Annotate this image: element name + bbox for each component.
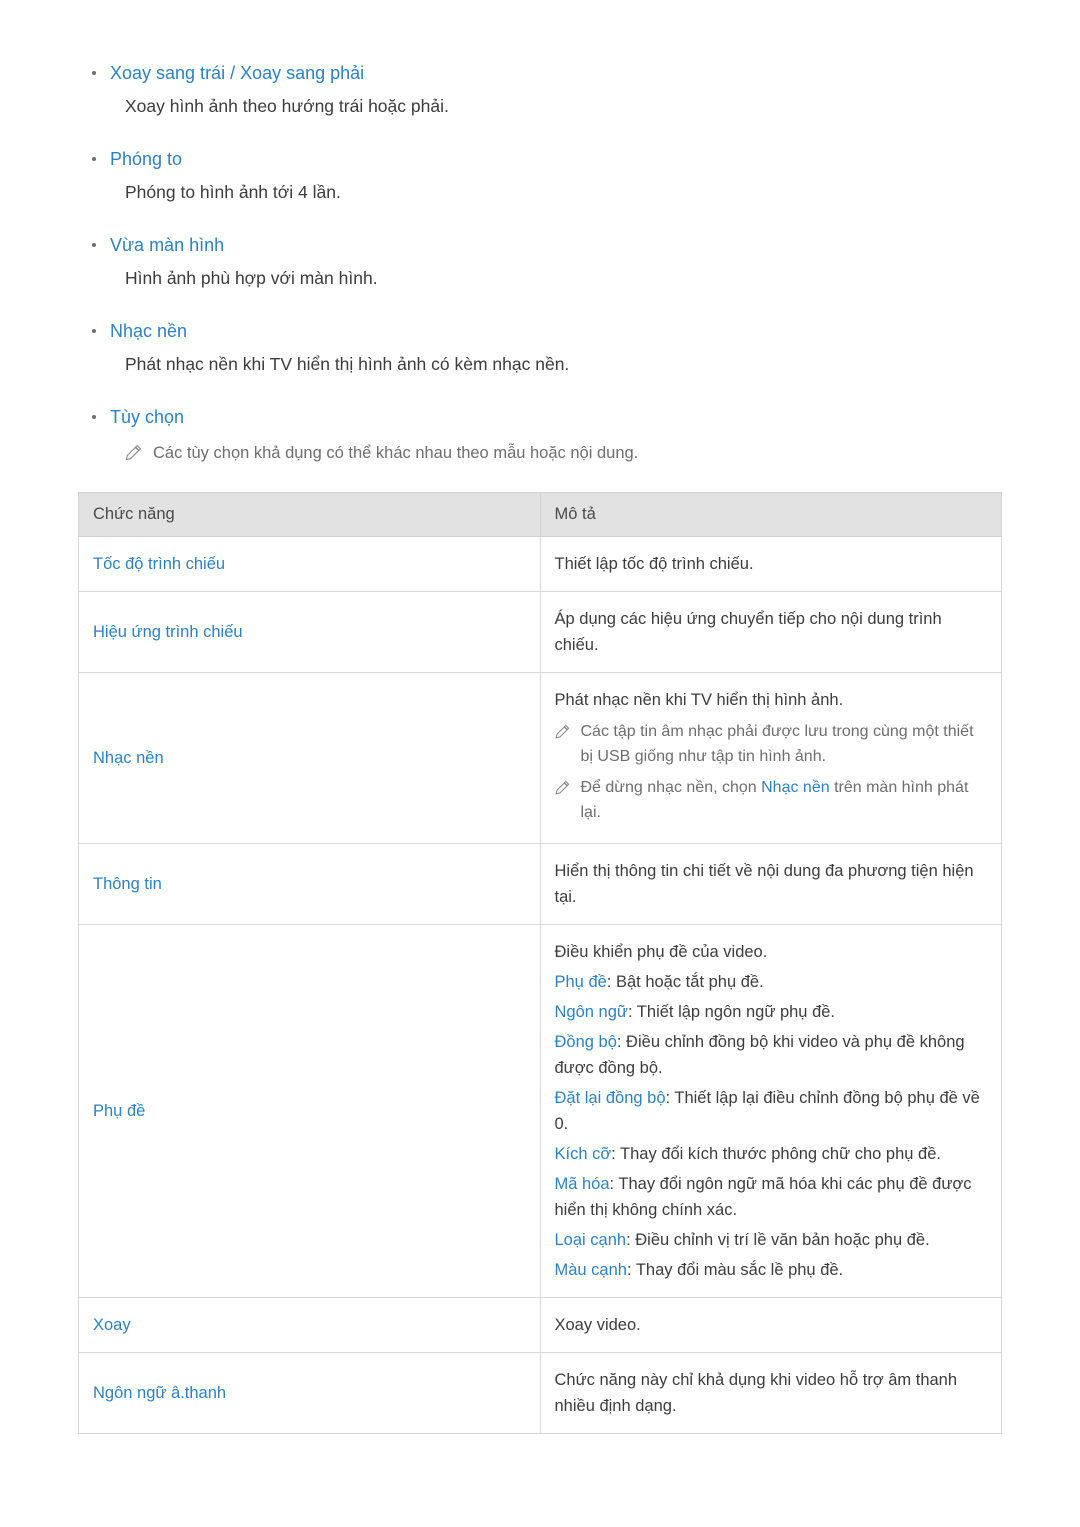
section-body: Phát nhạc nền khi TV hiển thị hình ảnh c… — [125, 354, 570, 374]
cell-function: Hiệu ứng trình chiếu — [78, 591, 541, 673]
desc-item: Kích cỡ: Thay đổi kích thước phông chữ c… — [555, 1141, 988, 1167]
bullet-dot-icon — [92, 243, 96, 247]
cell-description: Chức năng này chỉ khả dụng khi video hỗ … — [539, 1352, 1002, 1434]
desc-item-text: : Điều chỉnh đồng bộ khi video và phụ đề… — [554, 1033, 965, 1077]
cell-description: Thiết lập tốc độ trình chiếu. — [539, 536, 1002, 592]
cell-function: Xoay — [78, 1297, 541, 1353]
table-row: Thông tin Hiển thị thông tin chi tiết về… — [78, 843, 1002, 925]
document-page: Xoay sang trái / Xoay sang phải Xoay hìn… — [0, 0, 1080, 1527]
section-phong-to: Phóng to Phóng to hình ảnh tới 4 lần. — [78, 146, 1002, 206]
table-row: Hiệu ứng trình chiếu Áp dụng các hiệu ứn… — [78, 591, 1002, 673]
table-header-row: Chức năng Mô tả — [78, 492, 1002, 537]
section-title: Vừa màn hình — [110, 235, 225, 255]
desc-item: Đồng bộ: Điều chỉnh đồng bộ khi video và… — [555, 1029, 988, 1081]
desc-item-text: : Thay đổi màu sắc lề phụ đề. — [626, 1261, 844, 1279]
col-header-function: Chức năng — [78, 492, 541, 537]
desc-item-text: : Thay đổi ngôn ngữ mã hóa khi các phụ đ… — [554, 1175, 972, 1219]
desc-item-text: : Thay đổi kích thước phông chữ cho phụ … — [611, 1145, 941, 1163]
desc-item-text: : Bật hoặc tắt phụ đề. — [606, 973, 764, 991]
desc-item-text: : Thiết lập ngôn ngữ phụ đề. — [627, 1003, 836, 1021]
table-row: Nhạc nền Phát nhạc nền khi TV hiển thị h… — [78, 672, 1002, 844]
section-body: Phóng to hình ảnh tới 4 lần. — [125, 182, 341, 202]
cell-description: Phát nhạc nền khi TV hiển thị hình ảnh. … — [539, 672, 1002, 844]
cell-note-keyword: Nhạc nền — [761, 779, 830, 796]
desc-item-keyword: Phụ đề — [554, 973, 607, 991]
section-xoay-sang-trai-phai: Xoay sang trái / Xoay sang phải Xoay hìn… — [78, 60, 1002, 120]
cell-description: Xoay video. — [539, 1297, 1002, 1353]
bullet-dot-icon — [92, 415, 96, 419]
cell-note-text: Các tập tin âm nhạc phải được lưu trong … — [580, 723, 974, 765]
desc-item: Phụ đề: Bật hoặc tắt phụ đề. — [555, 969, 988, 995]
desc-item: Loại cạnh: Điều chỉnh vị trí lề văn bản … — [555, 1227, 988, 1253]
cell-function: Ngôn ngữ â.thanh — [78, 1352, 541, 1434]
desc-item-text: : Điều chỉnh vị trí lề văn bản hoặc phụ … — [626, 1231, 930, 1249]
section-title: Phóng to — [110, 149, 183, 169]
options-table: Chức năng Mô tả Tốc độ trình chiếu Thiết… — [78, 492, 1002, 1434]
table-row: Phụ đề Điều khiển phụ đề của video. Phụ … — [78, 924, 1002, 1298]
section-title: Nhạc nền — [110, 321, 188, 341]
section-vua-man-hinh: Vừa màn hình Hình ảnh phù hợp với màn hì… — [78, 232, 1002, 292]
cell-description: Điều khiển phụ đề của video. Phụ đề: Bật… — [539, 924, 1002, 1298]
cell-note-pre: Để dừng nhạc nền, chọn — [580, 779, 762, 796]
section-heading: Xoay sang trái / Xoay sang phải — [78, 60, 1002, 86]
section-nhac-nen: Nhạc nền Phát nhạc nền khi TV hiển thị h… — [78, 318, 1002, 378]
desc-item: Đặt lại đồng bộ: Thiết lập lại điều chỉn… — [555, 1085, 988, 1137]
cell-description: Áp dụng các hiệu ứng chuyển tiếp cho nội… — [539, 591, 1002, 673]
pencil-icon — [125, 443, 142, 461]
desc-item-keyword: Loại cạnh — [554, 1231, 627, 1249]
cell-function: Thông tin — [78, 843, 541, 925]
bullet-dot-icon — [92, 157, 96, 161]
desc-item-keyword: Kích cỡ — [554, 1145, 612, 1163]
cell-description: Hiển thị thông tin chi tiết về nội dung … — [539, 843, 1002, 925]
cell-note: Để dừng nhạc nền, chọn Nhạc nền trên màn… — [555, 775, 988, 825]
cell-function: Tốc độ trình chiếu — [78, 536, 541, 592]
col-header-description: Mô tả — [539, 492, 1002, 537]
section-note-text: Các tùy chọn khả dụng có thể khác nhau t… — [153, 444, 639, 462]
pencil-icon — [555, 778, 570, 795]
cell-note: Các tập tin âm nhạc phải được lưu trong … — [555, 719, 988, 769]
bullet-dot-icon — [92, 329, 96, 333]
section-tuy-chon: Tùy chọn Các tùy chọn khả dụng có thể kh… — [78, 404, 1002, 466]
pencil-icon — [555, 722, 570, 739]
section-heading: Nhạc nền — [78, 318, 1002, 344]
section-body: Hình ảnh phù hợp với màn hình. — [125, 268, 378, 288]
desc-line: Điều khiển phụ đề của video. — [554, 943, 768, 961]
desc-item-keyword: Đặt lại đồng bộ — [554, 1089, 666, 1107]
section-heading: Phóng to — [78, 146, 1002, 172]
desc-item: Mã hóa: Thay đổi ngôn ngữ mã hóa khi các… — [555, 1171, 988, 1223]
table-row: Tốc độ trình chiếu Thiết lập tốc độ trìn… — [78, 536, 1002, 592]
section-body: Xoay hình ảnh theo hướng trái hoặc phải. — [125, 96, 449, 116]
section-note: Các tùy chọn khả dụng có thể khác nhau t… — [78, 440, 1002, 466]
desc-item-keyword: Đồng bộ — [554, 1033, 617, 1051]
cell-function: Phụ đề — [78, 924, 541, 1298]
section-title: Tùy chọn — [110, 407, 185, 427]
desc-item-keyword: Mã hóa — [554, 1175, 610, 1193]
section-heading: Vừa màn hình — [78, 232, 1002, 258]
table-row: Ngôn ngữ â.thanh Chức năng này chỉ khả d… — [78, 1352, 1002, 1434]
desc-item: Màu cạnh: Thay đổi màu sắc lề phụ đề. — [555, 1257, 988, 1283]
bullet-dot-icon — [92, 71, 96, 75]
section-heading: Tùy chọn — [78, 404, 1002, 430]
table-row: Xoay Xoay video. — [78, 1297, 1002, 1353]
desc-item-keyword: Ngôn ngữ — [554, 1003, 628, 1021]
cell-function: Nhạc nền — [78, 672, 541, 844]
desc-item-keyword: Màu cạnh — [554, 1261, 627, 1279]
desc-item: Ngôn ngữ: Thiết lập ngôn ngữ phụ đề. — [555, 999, 988, 1025]
desc-line: Phát nhạc nền khi TV hiển thị hình ảnh. — [554, 691, 844, 709]
section-title: Xoay sang trái / Xoay sang phải — [110, 63, 365, 83]
